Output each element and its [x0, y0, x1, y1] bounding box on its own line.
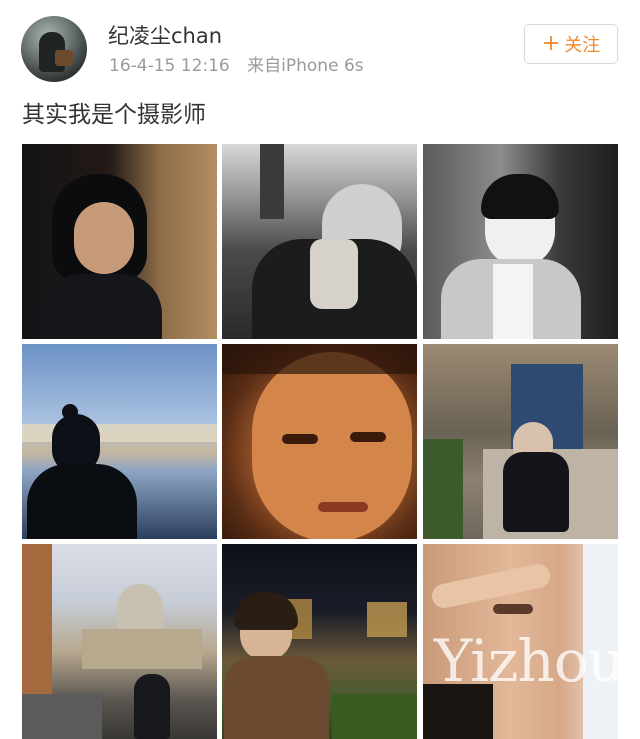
photo-6[interactable]: [423, 344, 618, 539]
photo-1[interactable]: [22, 144, 217, 339]
photo-8[interactable]: [222, 544, 417, 739]
username[interactable]: 纪凌尘chan: [108, 21, 222, 51]
photo-4[interactable]: [22, 344, 217, 539]
follow-button[interactable]: + 关注: [524, 24, 618, 64]
post-text: 其实我是个摄影师: [22, 102, 206, 128]
photo-7[interactable]: [22, 544, 217, 739]
watermark-text: Yizhou: [434, 627, 625, 695]
photo-5[interactable]: [222, 344, 417, 539]
plus-icon: +: [541, 31, 561, 56]
photo-2[interactable]: [222, 144, 417, 339]
post-meta: 16-4-15 12:16 来自iPhone 6s: [109, 55, 364, 77]
follow-button-label: 关注: [564, 35, 601, 56]
avatar[interactable]: [21, 16, 87, 82]
avatar-bag: [55, 50, 73, 66]
post-timestamp: 16-4-15 12:16: [109, 56, 230, 76]
post-source: 来自iPhone 6s: [247, 56, 364, 76]
photo-3[interactable]: [423, 144, 618, 339]
